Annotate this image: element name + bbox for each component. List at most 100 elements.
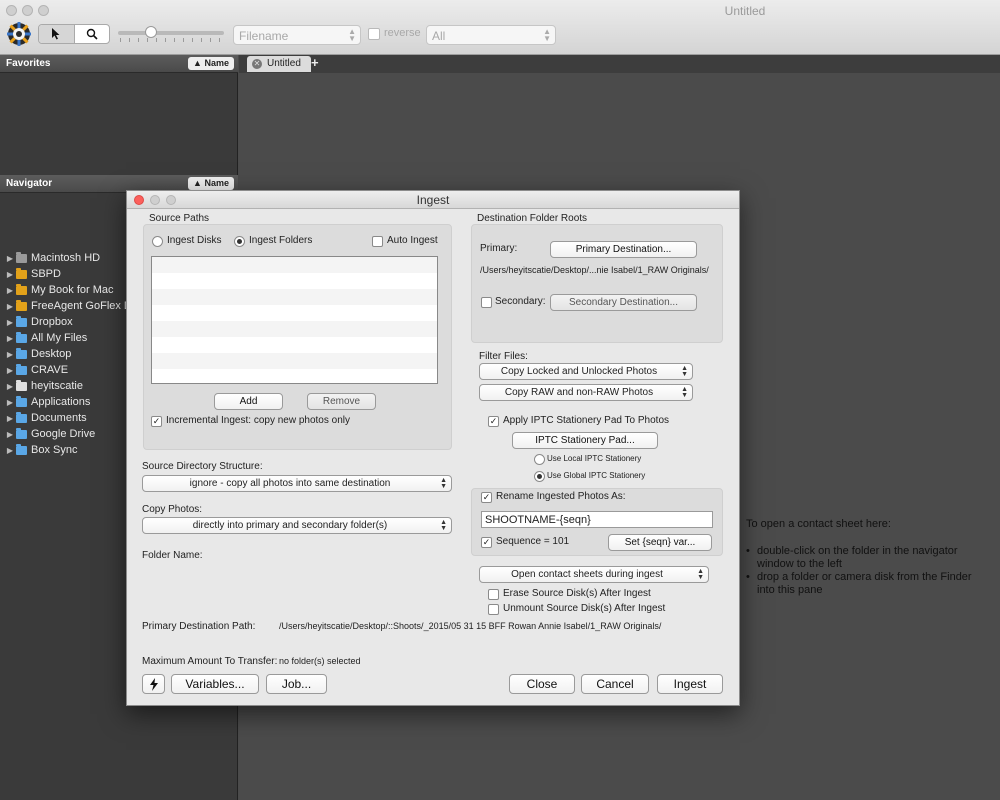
primary-destination-path-label: Primary Destination Path: — [142, 621, 256, 632]
disclosure-triangle-icon[interactable]: ▶ — [4, 334, 16, 343]
disclosure-triangle-icon[interactable]: ▶ — [4, 350, 16, 359]
folder-icon — [16, 347, 27, 359]
disclosure-triangle-icon[interactable]: ▶ — [4, 270, 16, 279]
ingest-folders-radio[interactable] — [234, 236, 245, 247]
local-iptc-radio[interactable] — [534, 454, 545, 465]
folder-icon — [16, 411, 27, 423]
ingest-button[interactable]: Ingest — [657, 674, 723, 694]
apply-iptc-checkbox[interactable]: ✓ — [488, 416, 499, 427]
favorites-title: Favorites — [6, 58, 51, 69]
remove-source-button[interactable]: Remove — [307, 393, 376, 410]
locked-filter-popup[interactable]: Copy Locked and Unlocked Photos ▲ ▼ — [479, 363, 693, 380]
erase-source-label: Erase Source Disk(s) After Ingest — [503, 588, 651, 599]
unmount-source-checkbox[interactable] — [488, 604, 499, 615]
local-iptc-label: Use Local IPTC Stationery — [547, 454, 642, 463]
auto-ingest-checkbox[interactable] — [372, 236, 383, 247]
apply-iptc-label: Apply IPTC Stationery Pad To Photos — [503, 415, 670, 426]
favorites-sort-button[interactable]: ▲ Name — [188, 57, 234, 70]
folder-icon — [16, 331, 27, 343]
job-button[interactable]: Job... — [266, 674, 327, 694]
disclosure-triangle-icon[interactable]: ▶ — [4, 446, 16, 455]
disclosure-triangle-icon[interactable]: ▶ — [4, 430, 16, 439]
auto-ingest-label: Auto Ingest — [387, 235, 438, 246]
set-seqn-button[interactable]: Set {seqn} var... — [608, 534, 712, 551]
arrow-pointer-icon — [52, 28, 60, 40]
close-button[interactable]: Close — [509, 674, 575, 694]
navigator-item-label: heyitscatie — [31, 380, 83, 392]
add-tab-button[interactable]: + — [311, 55, 323, 70]
secondary-checkbox[interactable] — [481, 297, 492, 308]
disclosure-triangle-icon[interactable]: ▶ — [4, 302, 16, 311]
popup-arrows-icon: ▲ ▼ — [681, 365, 688, 378]
open-contact-popup[interactable]: Open contact sheets during ingest ▲ ▼ — [479, 566, 709, 583]
filter-popup[interactable]: All ▲ ▼ — [426, 25, 556, 45]
popup-arrows-icon: ▲ ▼ — [543, 27, 551, 43]
disclosure-triangle-icon[interactable]: ▶ — [4, 366, 16, 375]
copy-photos-popup[interactable]: directly into primary and secondary fold… — [142, 517, 452, 534]
navigator-sort-button[interactable]: ▲ Name — [188, 177, 234, 190]
filter-value: All — [432, 29, 446, 43]
source-paths-list[interactable] — [151, 256, 438, 384]
variables-button[interactable]: Variables... — [171, 674, 259, 694]
tab-untitled[interactable]: ✕ Untitled — [247, 56, 311, 72]
dialog-close-button[interactable] — [134, 195, 144, 205]
ingest-dialog: Ingest Source Paths Ingest Disks Ingest … — [126, 190, 740, 706]
navigator-item-label: SBPD — [31, 268, 61, 280]
source-dir-popup[interactable]: ignore - copy all photos into same desti… — [142, 475, 452, 492]
ingest-disks-radio[interactable] — [152, 236, 163, 247]
navigator-item-label: Desktop — [31, 348, 72, 360]
tab-close-icon[interactable]: ✕ — [252, 59, 262, 69]
incremental-ingest-label: Incremental Ingest: copy new photos only — [166, 415, 350, 426]
source-dir-label: Source Directory Structure: — [142, 461, 263, 472]
copy-photos-label: Copy Photos: — [142, 504, 203, 515]
rename-label: Rename Ingested Photos As: — [496, 491, 626, 502]
primary-destination-button[interactable]: Primary Destination... — [550, 241, 697, 258]
hint-item: drop a folder or camera disk from the Fi… — [746, 571, 986, 597]
slider-knob[interactable] — [145, 26, 157, 38]
slider-ticks — [120, 38, 224, 42]
global-iptc-radio[interactable] — [534, 471, 545, 482]
dialog-minimize-button[interactable] — [150, 195, 160, 205]
incremental-ingest-checkbox[interactable]: ✓ — [151, 416, 162, 427]
disclosure-triangle-icon[interactable]: ▶ — [4, 382, 16, 391]
iptc-stationery-button[interactable]: IPTC Stationery Pad... — [512, 432, 658, 449]
tool-segmented-control — [38, 24, 110, 44]
window-titlebar: Untitled Filename ▲ ▼ reverse All ▲ ▼ — [0, 0, 1000, 55]
lightning-icon — [149, 678, 158, 691]
zoom-tool-button[interactable] — [75, 25, 110, 43]
dialog-zoom-button[interactable] — [166, 195, 176, 205]
disclosure-triangle-icon[interactable]: ▶ — [4, 414, 16, 423]
navigator-item-label: My Book for Mac — [31, 284, 114, 296]
navigator-item-label: Applications — [31, 396, 91, 408]
raw-filter-popup[interactable]: Copy RAW and non-RAW Photos ▲ ▼ — [479, 384, 693, 401]
add-source-button[interactable]: Add — [214, 393, 283, 410]
reverse-label: reverse — [384, 27, 421, 39]
run-script-button[interactable] — [142, 674, 165, 694]
folder-icon — [16, 363, 27, 375]
pointer-tool-button[interactable] — [39, 25, 75, 43]
primary-destination-path-value: /Users/heyitscatie/Desktop/::Shoots/_201… — [279, 621, 662, 631]
rename-pattern-field[interactable]: SHOOTNAME-{seqn} — [481, 511, 713, 528]
source-paths-heading: Source Paths — [149, 213, 210, 224]
hard-drive-icon — [16, 251, 27, 263]
sort-field-popup[interactable]: Filename ▲ ▼ — [233, 25, 361, 45]
secondary-destination-button[interactable]: Secondary Destination... — [550, 294, 697, 311]
reverse-checkbox[interactable] — [368, 28, 380, 40]
cancel-button[interactable]: Cancel — [581, 674, 649, 694]
disclosure-triangle-icon[interactable]: ▶ — [4, 254, 16, 263]
app-logo-icon — [7, 22, 31, 46]
filter-files-label: Filter Files: — [479, 351, 528, 362]
disclosure-triangle-icon[interactable]: ▶ — [4, 398, 16, 407]
external-drive-icon — [16, 299, 27, 311]
source-dir-value: ignore - copy all photos into same desti… — [189, 478, 391, 489]
copy-photos-value: directly into primary and secondary fold… — [192, 520, 388, 531]
disclosure-triangle-icon[interactable]: ▶ — [4, 286, 16, 295]
erase-source-checkbox[interactable] — [488, 589, 499, 600]
folder-icon — [16, 315, 27, 327]
disclosure-triangle-icon[interactable]: ▶ — [4, 318, 16, 327]
sequence-checkbox[interactable]: ✓ — [481, 537, 492, 548]
rename-checkbox[interactable]: ✓ — [481, 492, 492, 503]
magnifier-icon — [86, 28, 98, 40]
thumbnail-size-slider[interactable] — [118, 31, 224, 35]
max-transfer-label: Maximum Amount To Transfer: — [142, 656, 278, 667]
